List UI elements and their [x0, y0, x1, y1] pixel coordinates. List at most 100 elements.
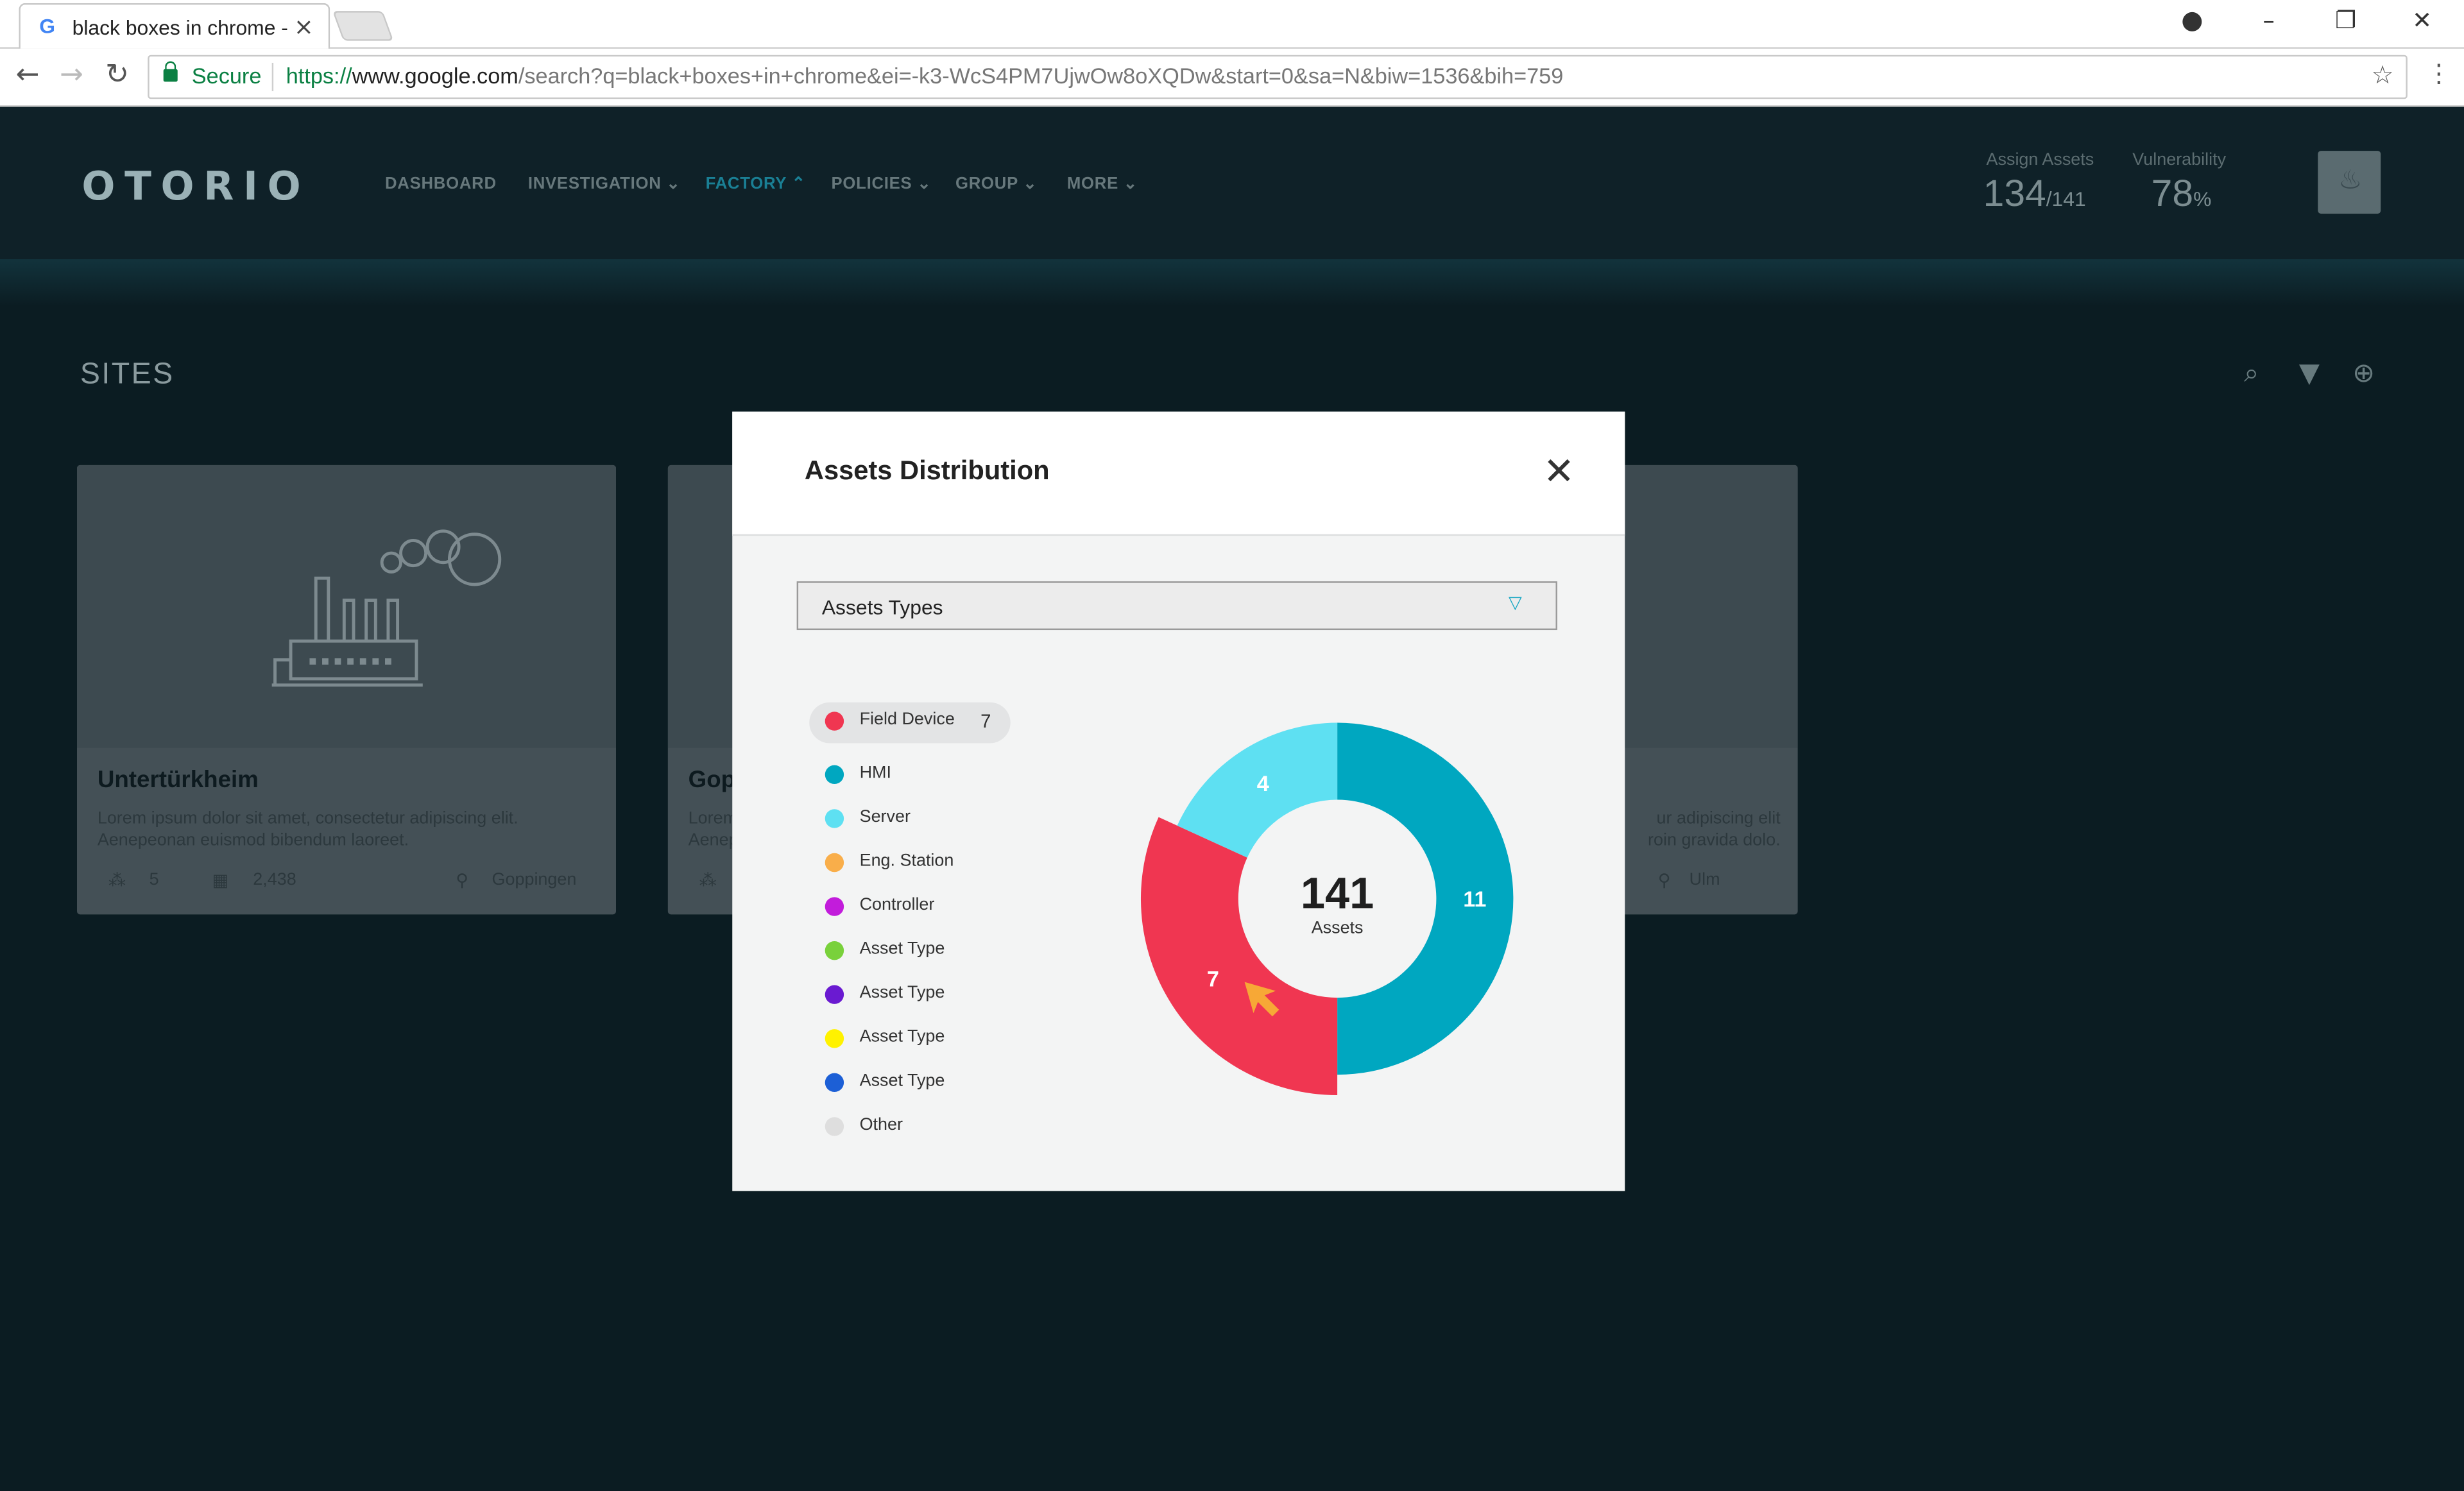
- chevron-down-icon: ⌄: [1123, 174, 1138, 194]
- nav-factory[interactable]: FACTORY ⌃: [706, 175, 806, 193]
- card-location: Ulm: [1689, 870, 1720, 890]
- browser-toolbar: ← → ↻ Secure https://www.google.com/sear…: [0, 48, 2464, 107]
- vulnerability-label: Vulnerability: [2132, 151, 2227, 170]
- url-scheme: https://: [286, 62, 352, 89]
- legend-dot: [825, 1073, 844, 1093]
- legend-dot: [825, 711, 844, 731]
- browser-tab-bar: G black boxes in chrome - Google Search …: [0, 0, 2464, 49]
- legend-label: Eng. Station: [859, 851, 954, 871]
- chevron-down-icon: ▽: [1509, 592, 1522, 613]
- google-favicon-icon: G: [39, 14, 56, 38]
- legend-label: Field Device: [859, 710, 955, 729]
- browser-tab[interactable]: G black boxes in chrome - Google Search …: [19, 3, 330, 49]
- legend-count: 7: [980, 710, 991, 733]
- location-pin-icon: ⚲: [1657, 872, 1671, 891]
- reload-icon[interactable]: ↻: [105, 58, 129, 91]
- legend-item-eng-station[interactable]: Eng. Station: [809, 844, 1124, 882]
- legend-item-controller[interactable]: Controller: [809, 888, 1124, 926]
- legend-item-other[interactable]: Other: [809, 1108, 1124, 1146]
- legend-item-server[interactable]: Server: [809, 800, 1124, 838]
- nav-dashboard[interactable]: DASHBOARD: [385, 175, 497, 193]
- header-glow: [0, 259, 2464, 307]
- legend-item-asset-type[interactable]: Asset Type: [809, 1064, 1124, 1102]
- assets-distribution-modal: Assets Distribution ✕ Assets Types ▽ Fie…: [732, 411, 1625, 1191]
- nav-more[interactable]: MORE ⌄: [1067, 175, 1138, 193]
- address-bar[interactable]: Secure https://www.google.com/search?q=b…: [148, 55, 2408, 99]
- vulnerability-number: 78: [2151, 173, 2194, 216]
- location-pin-icon: ⚲: [456, 872, 468, 891]
- fire-button[interactable]: ♨: [2318, 151, 2381, 214]
- legend-label: Controller: [859, 895, 935, 915]
- vulnerability-unit: %: [2193, 187, 2212, 211]
- card-description: ur adipiscing elit roin gravida dolo.: [1648, 809, 1781, 850]
- filter-icon[interactable]: ▼: [2299, 358, 2320, 389]
- nav-more-label: MORE: [1066, 174, 1118, 194]
- site-card[interactable]: Untertürkheim Lorem ipsum dolor sit amet…: [77, 464, 617, 915]
- close-icon[interactable]: ✕: [1543, 452, 1575, 490]
- otorio-logo[interactable]: OTORIO: [81, 164, 310, 209]
- nav-investigation-label: INVESTIGATION: [527, 174, 662, 194]
- url-host: www.google.com: [352, 62, 518, 89]
- restore-icon[interactable]: ❐: [2335, 6, 2356, 35]
- nav-group-label: GROUP: [955, 174, 1018, 194]
- asset-types-select[interactable]: Assets Types ▽: [796, 581, 1557, 631]
- hierarchy-icon: ⁂: [108, 872, 126, 891]
- nav-policies[interactable]: POLICIES ⌄: [832, 175, 932, 193]
- card-count-b: 2,438: [253, 870, 296, 890]
- add-icon[interactable]: ⊕: [2352, 358, 2375, 389]
- nav-investigation[interactable]: INVESTIGATION ⌄: [528, 175, 681, 193]
- legend-item-hmi[interactable]: HMI: [809, 756, 1124, 794]
- url-text[interactable]: https://www.google.com/search?q=black+bo…: [286, 63, 1564, 88]
- fire-icon: ♨: [2338, 165, 2363, 197]
- card-location: Goppingen: [492, 870, 577, 890]
- legend-label: Asset Type: [859, 1027, 945, 1047]
- vulnerability-value: 78%: [2152, 173, 2212, 217]
- modal-header: Assets Distribution ✕: [732, 411, 1625, 536]
- tab-close-icon[interactable]: ×: [294, 13, 314, 41]
- account-icon[interactable]: ●: [2181, 4, 2203, 35]
- legend-dot: [825, 1029, 844, 1048]
- card-description: Lorem Aenep: [688, 809, 739, 850]
- grid-icon: ▦: [212, 872, 229, 891]
- donut-slice-field-device[interactable]: [1140, 817, 1338, 1095]
- bookmark-star-icon[interactable]: ☆: [2372, 60, 2394, 90]
- new-tab-button[interactable]: [332, 11, 394, 41]
- legend-label: HMI: [859, 763, 892, 783]
- nav-factory-label: FACTORY: [705, 174, 787, 194]
- legend-dot: [825, 985, 844, 1004]
- donut-center-label: Assets: [1312, 918, 1364, 937]
- donut-slice-label: 11: [1463, 887, 1486, 912]
- legend-item-field-device[interactable]: Field Device 7: [809, 702, 1011, 744]
- omnibox-divider: [271, 62, 274, 92]
- forward-icon[interactable]: →: [60, 58, 83, 91]
- legend-label: Other: [859, 1115, 903, 1135]
- nav-policies-label: POLICIES: [831, 174, 912, 194]
- back-icon[interactable]: ←: [15, 58, 39, 91]
- legend-dot: [825, 941, 844, 960]
- card-description: Lorem ipsum dolor sit amet, consectetur …: [97, 809, 518, 850]
- legend-dot: [825, 853, 844, 873]
- modal-title: Assets Distribution: [804, 456, 1050, 486]
- nav-group[interactable]: GROUP ⌄: [955, 175, 1038, 193]
- search-icon[interactable]: ⌕: [2244, 358, 2259, 389]
- sites-title: SITES: [80, 358, 175, 391]
- legend-item-asset-type[interactable]: Asset Type: [809, 976, 1124, 1014]
- assign-assets-total: /141: [2046, 187, 2086, 211]
- app-header: OTORIO DASHBOARD INVESTIGATION ⌄ FACTORY…: [0, 106, 2464, 260]
- factory-icon: [271, 529, 502, 687]
- assign-assets-count: 134: [1983, 173, 2046, 216]
- legend-item-asset-type[interactable]: Asset Type: [809, 932, 1124, 969]
- chevron-down-icon: ⌄: [917, 174, 932, 194]
- donut-chart: 11 7 4 141 Assets: [1140, 722, 1514, 1095]
- minimize-icon[interactable]: –: [2263, 6, 2275, 35]
- legend-item-asset-type[interactable]: Asset Type: [809, 1019, 1124, 1057]
- chevron-down-icon: ⌄: [666, 174, 681, 194]
- card-image: [77, 464, 617, 748]
- chevron-down-icon: ⌄: [1023, 174, 1038, 194]
- donut-center-value: 141: [1301, 869, 1374, 918]
- legend-label: Asset Type: [859, 939, 945, 958]
- browser-menu-icon[interactable]: ⋮: [2426, 58, 2451, 89]
- assign-assets-label: Assign Assets: [1986, 151, 2094, 170]
- close-window-icon[interactable]: ✕: [2412, 6, 2432, 35]
- select-value: Assets Types: [821, 595, 943, 619]
